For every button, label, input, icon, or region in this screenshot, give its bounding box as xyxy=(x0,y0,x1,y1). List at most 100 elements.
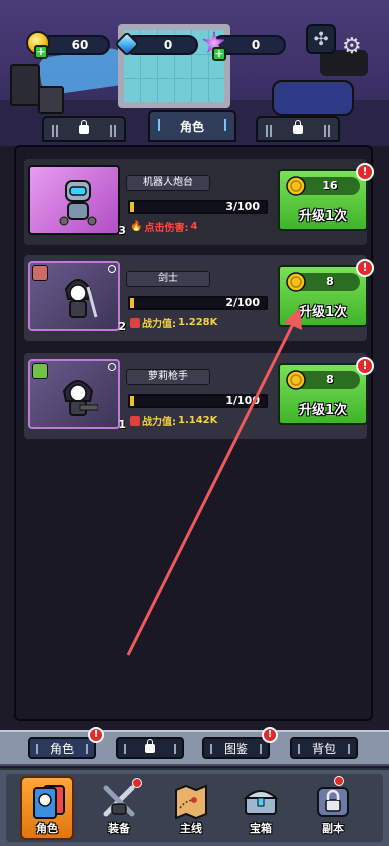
character-level: 2 xyxy=(118,320,126,333)
alert-badge: ! xyxy=(262,727,278,743)
xp-progress-bar: 1/100 xyxy=(128,394,268,408)
ring-icon xyxy=(108,363,116,371)
notification-dot xyxy=(132,778,142,788)
stat-value: 1.142K xyxy=(178,415,218,426)
speaker-decoration-small xyxy=(38,86,64,114)
xp-progress-bar: 2/100 xyxy=(128,296,268,310)
alert-badge: ! xyxy=(88,727,104,743)
upgrade-button-swordsman[interactable]: 8 升级1次 ! xyxy=(278,259,374,327)
stat-value: 4 xyxy=(190,221,198,232)
nav-label: 主线 xyxy=(180,822,202,835)
alert-badge: ! xyxy=(356,259,374,277)
stat-label: 点击伤害: xyxy=(144,223,189,234)
character-name: 机器人炮台 xyxy=(126,175,210,191)
character-stat: 🔥 点击伤害: 4 xyxy=(130,219,197,234)
add-coin-icon[interactable]: + xyxy=(34,45,48,59)
chest-icon xyxy=(243,790,279,815)
sub-tab-backpack-label: 背包 xyxy=(311,741,336,756)
alert-badge: ! xyxy=(356,357,374,375)
fan-icon: ✣ xyxy=(313,28,329,50)
coin-icon xyxy=(286,370,306,390)
nav-label: 宝箱 xyxy=(250,822,272,835)
stat-value: 1.228K xyxy=(178,317,218,328)
add-star-icon[interactable]: + xyxy=(212,47,226,61)
nav-item-equipment[interactable]: 装备 xyxy=(92,778,146,838)
nav-item-roles[interactable]: 角色 xyxy=(20,776,74,840)
upgrade-button-loli-gunner[interactable]: 8 升级1次 ! xyxy=(278,357,374,425)
coin-value: 60 xyxy=(71,38,89,52)
stat-label: 战力值: xyxy=(142,319,176,330)
class-badge-icon xyxy=(32,265,48,281)
fist-icon xyxy=(130,317,140,328)
gem-counter[interactable]: 0 xyxy=(114,31,198,57)
loli-gunner-sprite xyxy=(62,380,98,416)
fan-button[interactable]: ✣ xyxy=(306,24,336,54)
speaker-decoration xyxy=(10,64,40,106)
sub-tab-catalog-label: 图鉴 xyxy=(223,741,248,756)
gem-value: 0 xyxy=(163,38,173,52)
sub-tab-roles[interactable]: 角色 ! xyxy=(28,727,104,759)
coin-counter[interactable]: + 60 xyxy=(26,31,110,59)
top-tab-roles-label: 角色 xyxy=(179,119,204,134)
top-tab-locked-1[interactable] xyxy=(42,116,126,142)
ring-icon xyxy=(108,265,116,273)
upgrade-label: 升级1次 xyxy=(298,403,348,418)
loli-gunner-portrait[interactable]: 1 xyxy=(28,359,126,431)
top-tab-roles[interactable]: 角色 xyxy=(148,110,236,142)
nav-item-dungeon[interactable]: 副本 xyxy=(306,776,360,838)
stat-label: 战力值: xyxy=(142,417,176,428)
swords-icon xyxy=(103,785,135,817)
character-card-loli-gunner[interactable]: 1 萝莉枪手 1/100 战力值: 1.142K 8 升级1次 ! xyxy=(24,353,374,439)
character-stat: 战力值: 1.142K xyxy=(130,413,217,428)
settings-gear-icon[interactable]: ⚙ xyxy=(342,34,362,59)
upgrade-cost: 8 xyxy=(286,370,360,390)
xp-text: 3/100 xyxy=(225,200,260,213)
coin-icon xyxy=(286,176,306,196)
character-stat: 战力值: 1.228K xyxy=(130,315,217,330)
upgrade-label: 升级1次 xyxy=(298,305,348,320)
character-level: 1 xyxy=(118,418,126,431)
upgrade-cost-value: 8 xyxy=(326,275,334,288)
character-level: 3 xyxy=(118,224,126,237)
upgrade-cost: 8 xyxy=(286,272,360,292)
alert-badge: ! xyxy=(356,163,374,181)
character-card-robot-turret[interactable]: 3 机器人炮台 3/100 🔥 点击伤害: 4 16 升级1次 ! xyxy=(24,159,374,245)
upgrade-label: 升级1次 xyxy=(298,209,348,224)
upgrade-cost: 16 xyxy=(286,176,360,196)
sub-tab-catalog[interactable]: 图鉴 ! xyxy=(202,727,278,759)
character-name: 萝莉枪手 xyxy=(126,369,210,385)
fire-icon: 🔥 xyxy=(130,221,143,232)
lock-icon xyxy=(145,738,155,753)
nav-label: 角色 xyxy=(36,822,58,835)
sub-tab-backpack[interactable]: 背包 xyxy=(290,737,358,759)
sub-tab-locked[interactable] xyxy=(116,737,184,759)
robot-turret-portrait[interactable]: 3 xyxy=(28,165,126,237)
fist-icon xyxy=(130,415,140,426)
top-tab-locked-2[interactable] xyxy=(256,116,340,142)
upgrade-button-robot-turret[interactable]: 16 升级1次 ! xyxy=(278,163,374,231)
nav-label: 副本 xyxy=(322,822,344,835)
lock-icon xyxy=(293,119,303,134)
sofa-decoration xyxy=(272,80,354,116)
nav-item-chest[interactable]: 宝箱 xyxy=(234,778,288,838)
lock-icon xyxy=(79,119,89,134)
xp-text: 1/100 xyxy=(225,394,260,407)
character-list-panel[interactable]: 3 机器人炮台 3/100 🔥 点击伤害: 4 16 升级1次 ! 2 剑士 2… xyxy=(14,145,374,721)
upgrade-cost-value: 16 xyxy=(322,179,338,192)
class-badge-icon xyxy=(32,363,48,379)
sub-tab-roles-label: 角色 xyxy=(49,741,74,756)
coin-icon xyxy=(286,272,306,292)
swordsman-sprite xyxy=(64,279,98,318)
star-counter[interactable]: + 0 xyxy=(202,31,286,61)
swordsman-portrait[interactable]: 2 xyxy=(28,261,126,333)
character-name: 剑士 xyxy=(126,271,210,287)
xp-progress-bar: 3/100 xyxy=(128,200,268,214)
nav-label: 装备 xyxy=(108,822,130,835)
locked-dungeon-icon xyxy=(317,787,349,817)
robot-turret-sprite xyxy=(59,180,97,226)
nav-item-main-quest[interactable]: 主线 xyxy=(164,778,218,838)
map-icon xyxy=(175,784,207,820)
character-card-swordsman[interactable]: 2 剑士 2/100 战力值: 1.228K 8 升级1次 ! xyxy=(24,255,374,341)
xp-text: 2/100 xyxy=(225,296,260,309)
star-value: 0 xyxy=(251,38,261,52)
